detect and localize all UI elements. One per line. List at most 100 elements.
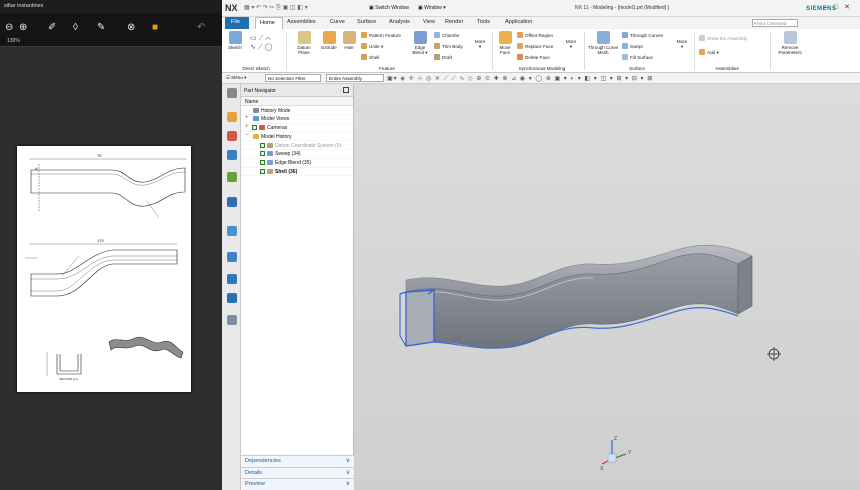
folder-icon: [253, 133, 259, 139]
tab-view[interactable]: View: [423, 19, 435, 25]
swept-button[interactable]: Swept: [622, 43, 643, 49]
group-feature: Feature: [379, 66, 395, 71]
more-surface-button[interactable]: More ▾: [673, 39, 691, 49]
column-header[interactable]: Name: [241, 97, 353, 106]
knowledge-fusion-icon[interactable]: [227, 293, 237, 303]
group-direct-sketch: Direct Sketch: [242, 66, 270, 71]
visibility-checkbox[interactable]: [260, 151, 265, 157]
drop-icon[interactable]: ◊: [73, 23, 78, 33]
preview-panel[interactable]: Preview ∨: [241, 478, 354, 490]
expand-icon[interactable]: +: [245, 115, 249, 121]
undo-icon[interactable]: ↶: [197, 23, 205, 33]
sketch-curve-icons[interactable]: ▭ ⟋ ⌒ ∿ ⟋ ◯: [250, 34, 273, 52]
model-canvas[interactable]: X Y Z: [354, 84, 860, 490]
through-curve-mesh-button[interactable]: Through Curve Mesh: [586, 31, 620, 55]
dependencies-panel[interactable]: Dependencies ∨: [241, 455, 354, 467]
axis-x-label: X: [600, 466, 604, 472]
tree-row-cameras[interactable]: + Cameras: [241, 124, 353, 133]
selection-tool-icons[interactable]: ▣▾ ◈ ✛ ⊹ ◎ ✕ ⟋ ⟋ ∿ ◇ ⊕ ⊙ ✚ ⊗ ⊿ ◉ ▾ ◯ ⊕ ▣…: [387, 75, 653, 83]
model-views-icon: [253, 116, 259, 122]
command-search-input[interactable]: Find a Command: [752, 19, 798, 27]
datum-plane-button[interactable]: Datum Plane: [292, 31, 316, 55]
unite-button[interactable]: Unite ▾: [361, 43, 383, 50]
maximize-icon[interactable]: [343, 87, 349, 93]
file-tab[interactable]: File: [225, 17, 249, 29]
tab-surface[interactable]: Surface: [357, 19, 376, 25]
edge-blend-button[interactable]: Edge Blend ▾: [409, 31, 431, 55]
more-sync-button[interactable]: More ▾: [562, 39, 580, 49]
through-curves-button[interactable]: Through Curves: [622, 32, 663, 38]
zoom-in-icon[interactable]: ⊕: [19, 23, 27, 33]
tab-application[interactable]: Application: [505, 19, 532, 25]
reuse-library-icon[interactable]: [227, 172, 237, 182]
part-navigator-title: Part Navigator: [244, 88, 276, 94]
roles-icon[interactable]: [227, 315, 237, 325]
process-studio-icon[interactable]: [227, 274, 237, 284]
settings-icon[interactable]: [227, 88, 237, 98]
web-browser-icon[interactable]: [227, 197, 237, 207]
draft-button[interactable]: Draft: [434, 54, 452, 60]
tab-analysis[interactable]: Analysis: [389, 19, 410, 25]
move-face-icon: [498, 31, 512, 44]
swept-shell-model[interactable]: [399, 244, 753, 349]
pen-icon[interactable]: ✎: [97, 23, 105, 33]
history-icon[interactable]: [227, 226, 237, 236]
more-feature-button[interactable]: More ▾: [471, 39, 489, 49]
pdf-viewer-panel: siltar instantinex ⊖ ⊕ ✐ ◊ ✎ ⊗ ■ ↶ 130%: [0, 0, 222, 490]
zoom-out-icon[interactable]: ⊖: [5, 23, 13, 33]
trim-body-button[interactable]: Trim Body: [434, 43, 463, 49]
move-face-button[interactable]: Move Face: [495, 31, 515, 55]
tree-row-datum-csys[interactable]: Datum Coordinate System (0): [241, 141, 353, 150]
fill-surface-button[interactable]: Fill Surface: [622, 54, 653, 60]
tab-home[interactable]: Home: [255, 17, 283, 29]
visibility-checkbox[interactable]: [260, 160, 265, 166]
remove-parameters-button[interactable]: Remove Parameters: [775, 31, 805, 55]
highlighter-icon[interactable]: ■: [152, 23, 158, 33]
shell-button[interactable]: Shell: [361, 54, 379, 60]
part-navigator-icon[interactable]: [227, 150, 237, 160]
stamp-icon[interactable]: ⊗: [127, 23, 135, 33]
chamfer-button[interactable]: Chamfer: [434, 32, 460, 38]
collapse-icon[interactable]: −: [245, 132, 249, 138]
graphics-viewport[interactable]: X Y Z: [354, 84, 860, 490]
ribbon-separator: [584, 32, 585, 70]
tab-curve[interactable]: Curve: [330, 19, 345, 25]
constraint-navigator-icon[interactable]: [227, 131, 237, 141]
assembly-navigator-icon[interactable]: [227, 112, 237, 122]
tab-render[interactable]: Render: [445, 19, 463, 25]
show-assembly-button[interactable]: Show the Assembly: [699, 35, 747, 41]
tree-row-model-views[interactable]: + Model Views: [241, 115, 353, 124]
visibility-checkbox[interactable]: [252, 125, 257, 131]
delete-face-button[interactable]: Delete Face: [517, 54, 550, 60]
offset-region-button[interactable]: Offset Region: [517, 32, 553, 38]
window-menu[interactable]: ▣ Window ▾: [418, 5, 446, 11]
hole-button[interactable]: Hole: [340, 31, 358, 50]
group-synchronous-modeling: Synchronous Modeling: [518, 66, 566, 71]
sketch-button[interactable]: Sketch: [225, 31, 245, 50]
selection-scope-dropdown[interactable]: Entire Assembly: [326, 74, 384, 82]
expand-icon[interactable]: +: [245, 124, 249, 130]
triad-axis-icon: X Y Z: [600, 436, 632, 472]
tree-row-history-mode[interactable]: History Mode: [241, 106, 353, 115]
menu-button[interactable]: ☰ Menu ▾: [226, 75, 247, 81]
extrude-button[interactable]: Extrude: [318, 31, 340, 50]
tree-row-sweep[interactable]: Sweep (34): [241, 150, 353, 159]
clock-icon[interactable]: [227, 252, 237, 262]
brush-icon[interactable]: ✐: [48, 23, 56, 33]
visibility-checkbox[interactable]: [260, 142, 265, 148]
replace-face-button[interactable]: Replace Face: [517, 43, 553, 49]
tree-row-edge-blend[interactable]: Edge Blend (35): [241, 159, 353, 168]
visibility-checkbox[interactable]: [260, 169, 265, 175]
add-component-button[interactable]: Add ▾: [699, 49, 719, 56]
technical-drawing-page: 76 170 A SECTION A-A: [17, 146, 191, 392]
quick-access-icons[interactable]: ▦ ▾ ↶ ↷ ✂ ⎘ ▣ ◫ ◧ ▾: [244, 4, 308, 12]
selection-filter-dropdown[interactable]: No Selection Filter: [265, 74, 321, 82]
pattern-feature-button[interactable]: Pattern Feature: [361, 32, 401, 38]
tree-row-model-history[interactable]: − Model History: [241, 132, 353, 142]
switch-window-button[interactable]: ▣ Switch Window: [369, 5, 409, 11]
details-panel[interactable]: Details ∨: [241, 466, 354, 478]
tab-assemblies[interactable]: Assemblies: [287, 19, 316, 25]
tree-row-shell[interactable]: Shell (36): [241, 168, 353, 177]
section-marker-a: A: [35, 166, 38, 171]
tab-tools[interactable]: Tools: [477, 19, 490, 25]
